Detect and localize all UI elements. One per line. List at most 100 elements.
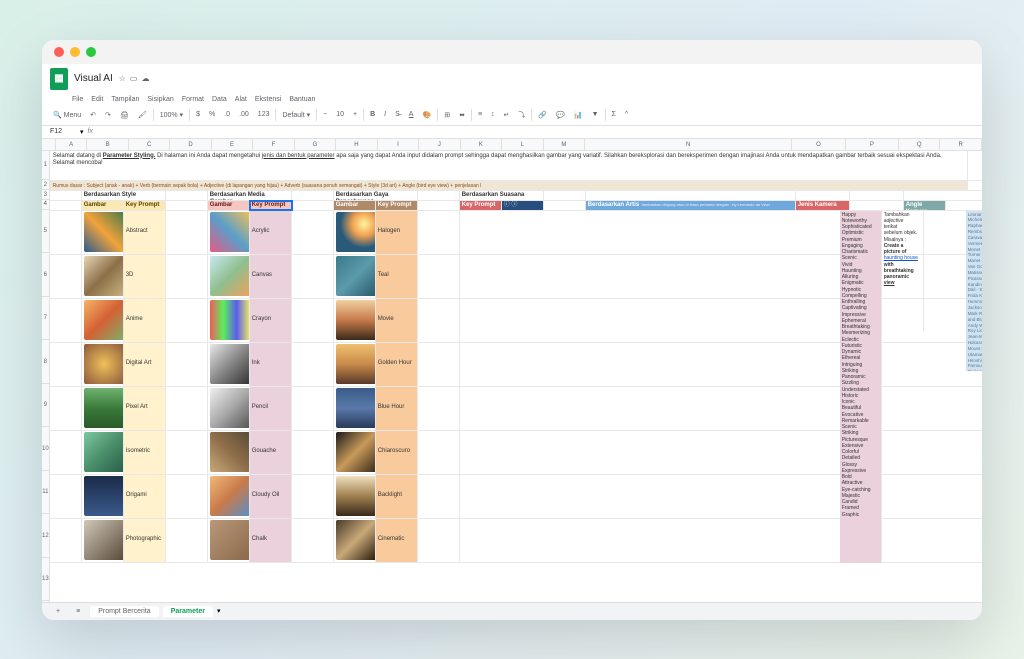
tab-parameter[interactable]: Parameter	[163, 606, 213, 617]
cell[interactable]	[292, 299, 334, 342]
media-label[interactable]: Chalk	[250, 519, 292, 562]
col-header[interactable]: C	[129, 139, 170, 150]
cell[interactable]	[418, 431, 460, 474]
media-thumbnail[interactable]	[208, 211, 250, 254]
cell[interactable]	[292, 191, 334, 200]
row-header[interactable]: 5	[42, 210, 49, 254]
borders-icon[interactable]: ⊞	[441, 109, 453, 121]
lighting-label[interactable]: Backlight	[376, 475, 418, 518]
font-size-inc-icon[interactable]: +	[350, 109, 360, 120]
section-lighting[interactable]: Berdasarkan Gaya Pencahayaan	[334, 191, 418, 200]
menu-data[interactable]: Data	[212, 96, 227, 103]
lighting-thumbnail[interactable]	[334, 387, 376, 430]
cell[interactable]	[586, 191, 796, 200]
link-icon[interactable]: 🔗	[535, 109, 550, 121]
style-label[interactable]: Isometric	[124, 431, 166, 474]
col-header[interactable]: F	[253, 139, 294, 150]
dropdown-icon[interactable]: ▾	[80, 128, 84, 136]
cell[interactable]	[292, 519, 334, 562]
minimize-icon[interactable]	[70, 47, 80, 57]
media-label[interactable]: Cloudy Oil	[250, 475, 292, 518]
paint-format-icon[interactable]: 🖌	[135, 109, 150, 121]
subhdr-key[interactable]: Key Prompt	[376, 201, 418, 210]
wrap-icon[interactable]: ↵	[501, 109, 513, 121]
cell[interactable]	[166, 431, 208, 474]
style-thumbnail[interactable]	[82, 211, 124, 254]
style-label[interactable]: Anime	[124, 299, 166, 342]
print-icon[interactable]: 🖨	[117, 109, 132, 121]
col-header[interactable]: K	[461, 139, 502, 150]
lighting-label[interactable]: Halogen	[376, 211, 418, 254]
valign-icon[interactable]: ↕	[488, 109, 498, 120]
style-label[interactable]: Abstract	[124, 211, 166, 254]
col-header[interactable]: N	[585, 139, 792, 150]
menu-tools[interactable]: Alat	[235, 96, 247, 103]
tab-prompt[interactable]: Prompt Bercerita	[90, 606, 159, 617]
media-thumbnail[interactable]	[208, 519, 250, 562]
cell[interactable]	[166, 191, 208, 200]
font-size-input[interactable]: 10	[333, 109, 347, 120]
tab-dropdown-icon[interactable]: ▾	[217, 607, 221, 615]
style-thumbnail[interactable]	[82, 299, 124, 342]
media-thumbnail[interactable]	[208, 299, 250, 342]
search-menu-icon[interactable]: 🔍 Menu	[50, 109, 84, 121]
cell[interactable]	[50, 519, 82, 562]
menu-extensions[interactable]: Ekstensi	[255, 96, 281, 103]
rotate-icon[interactable]: ⤵	[515, 108, 528, 122]
row-header[interactable]: 11	[42, 471, 49, 515]
move-icon[interactable]: ▭	[130, 74, 138, 83]
cloud-icon[interactable]: ☁	[141, 74, 149, 83]
style-thumbnail[interactable]	[82, 343, 124, 386]
spreadsheet-grid[interactable]: A B C D E F G H I J K L M N O P Q R 1 2 …	[42, 139, 982, 602]
media-label[interactable]: Acrylic	[250, 211, 292, 254]
subhdr-gambar[interactable]: Gambar	[334, 201, 376, 210]
currency-icon[interactable]: $	[193, 109, 203, 120]
style-thumbnail[interactable]	[82, 431, 124, 474]
section-mood[interactable]: Berdasarkan Suasana	[460, 191, 544, 200]
artist-list[interactable]: Leonardo da Vinci - Renaisans: POV meluk…	[966, 211, 982, 371]
cell[interactable]	[166, 519, 208, 562]
subhdr-key[interactable]: Key Prompt	[250, 201, 292, 210]
menu-edit[interactable]: Edit	[91, 96, 103, 103]
media-thumbnail[interactable]	[208, 343, 250, 386]
row-header[interactable]: 13	[42, 558, 49, 602]
media-label[interactable]: Pencil	[250, 387, 292, 430]
row-header[interactable]: 12	[42, 514, 49, 558]
section-style[interactable]: Berdasarkan Style	[82, 191, 166, 200]
col-header[interactable]: I	[378, 139, 419, 150]
col-header[interactable]: H	[336, 139, 377, 150]
cell[interactable]: ⓘ ⓘ	[502, 201, 544, 210]
cell[interactable]	[166, 211, 208, 254]
zoom-dropdown[interactable]: 100% ▾	[157, 109, 186, 121]
subhdr-gambar[interactable]: Gambar	[82, 201, 124, 210]
undo-icon[interactable]: ↶	[87, 109, 99, 121]
lighting-thumbnail[interactable]	[334, 343, 376, 386]
media-label[interactable]: Crayon	[250, 299, 292, 342]
cell[interactable]	[166, 387, 208, 430]
cell[interactable]	[50, 211, 82, 254]
cell[interactable]	[292, 431, 334, 474]
cell[interactable]	[418, 387, 460, 430]
style-thumbnail[interactable]	[82, 519, 124, 562]
halign-icon[interactable]: ≡	[475, 109, 485, 120]
cell[interactable]	[50, 475, 82, 518]
cell[interactable]	[166, 475, 208, 518]
cell[interactable]	[850, 201, 904, 210]
style-label[interactable]: Pixel Art	[124, 387, 166, 430]
toolbar-up-icon[interactable]: ^	[622, 109, 631, 120]
row-header[interactable]: 6	[42, 253, 49, 297]
decimal-inc-icon[interactable]: .00	[236, 109, 252, 120]
row-header[interactable]: 1	[42, 151, 49, 181]
row-header[interactable]: 10	[42, 427, 49, 471]
redo-icon[interactable]: ↷	[102, 109, 114, 121]
cell[interactable]	[418, 255, 460, 298]
strikethrough-icon[interactable]: S̶	[392, 109, 403, 120]
document-title[interactable]: Visual AI	[74, 73, 113, 84]
col-header[interactable]: D	[170, 139, 211, 150]
add-sheet-button[interactable]: +	[50, 606, 66, 617]
cell[interactable]	[850, 191, 904, 200]
media-label[interactable]: Ink	[250, 343, 292, 386]
cell[interactable]	[292, 387, 334, 430]
col-header[interactable]: R	[940, 139, 981, 150]
comment-icon[interactable]: 💬	[553, 109, 568, 121]
